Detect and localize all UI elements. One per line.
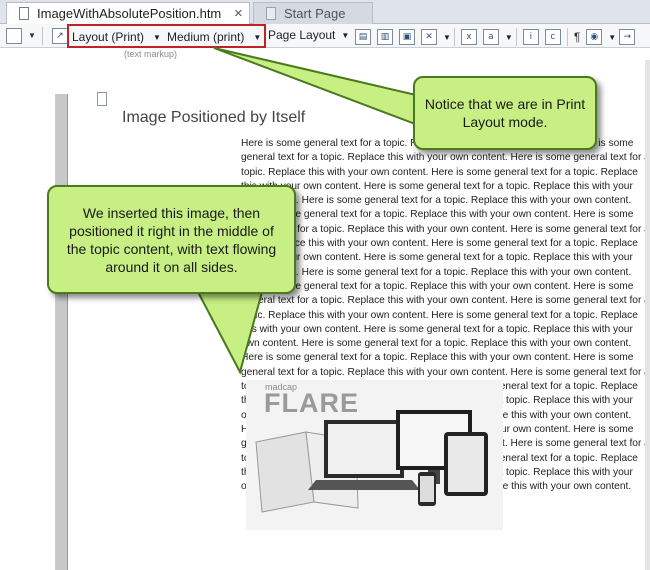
tab-label: ImageWithAbsolutePosition.htm — [37, 6, 222, 21]
structure-marker-icon[interactable] — [97, 92, 107, 106]
vertical-scrollbar[interactable] — [645, 60, 650, 570]
show-marks-button[interactable]: ¶ — [571, 27, 583, 47]
chevron-down-icon: ▼ — [28, 31, 36, 40]
toolbar-separator — [566, 28, 568, 46]
text-wrap-spacer — [123, 351, 241, 517]
toolbar-separator — [515, 28, 517, 46]
document-icon — [266, 7, 276, 20]
size-dropdown[interactable]: Medium (print) ▼ — [167, 30, 261, 44]
image-position-callout: We inserted this image, then positioned … — [47, 185, 296, 294]
page-break-remove-icon[interactable]: ▥ — [377, 29, 393, 45]
condition-tags-icon[interactable]: c — [544, 29, 561, 45]
layout-dropdown-label: Layout (Print) — [72, 30, 145, 44]
page-edge — [67, 94, 68, 570]
editor-toolbar: ▼ ↗ Layout (Print) ▼ Medium (print) ▼ Pa… — [0, 24, 650, 48]
print-layout-callout: Notice that we are in Print Layout mode. — [413, 76, 597, 150]
conditions-icon[interactable]: i — [522, 29, 539, 45]
page-layout-dropdown[interactable]: Page Layout ▼ — [268, 28, 349, 42]
tab-label: Start Page — [284, 6, 346, 21]
pointer-icon: ↗ — [51, 27, 68, 44]
text-markup-label: (text markup) — [124, 49, 178, 59]
size-dropdown-label: Medium (print) — [167, 30, 245, 44]
chevron-down-icon: ▼ — [153, 32, 161, 42]
document-icon — [19, 7, 29, 20]
layout-mode-highlight: Layout (Print) ▼ Medium (print) ▼ — [67, 24, 266, 48]
chevron-down-icon: ▼ — [341, 30, 350, 40]
callout-text: We inserted this image, then positioned … — [66, 204, 277, 275]
chevron-down-icon: ▼ — [253, 32, 262, 42]
chevron-down-icon: ▼ — [608, 32, 617, 42]
navigate-icon[interactable]: → — [619, 29, 636, 45]
eye-icon[interactable]: ◉ — [586, 29, 603, 45]
view-options-button[interactable]: ▼ — [0, 26, 39, 46]
page-icon — [6, 27, 22, 44]
cross-icon[interactable]: ✕ — [421, 29, 437, 45]
close-icon[interactable]: ✕ — [234, 7, 243, 20]
toolbar-icon-group: ▤ ▥ ▣ ✕ ▼ x a ▼ i c ¶ ◉ ▼ → — [352, 27, 638, 47]
image-icon[interactable]: ▣ — [399, 29, 415, 45]
tab-start-page[interactable]: Start Page — [253, 2, 373, 24]
layout-dropdown[interactable]: Layout (Print) ▼ — [72, 30, 161, 44]
topic-title[interactable]: Image Positioned by Itself — [122, 109, 305, 127]
callout-text: Notice that we are in Print Layout mode. — [424, 96, 586, 130]
page-margin — [55, 94, 67, 570]
page-layout-label: Page Layout — [268, 28, 336, 42]
flare-logo: FLARE — [264, 388, 359, 418]
toolbar-separator — [453, 28, 455, 46]
chevron-down-icon: ▼ — [443, 32, 451, 42]
chevron-down-icon: ▼ — [504, 32, 513, 42]
page-break-icon[interactable]: ▤ — [355, 29, 371, 45]
tab-imagewithabsoluteposition[interactable]: ImageWithAbsolutePosition.htm ✕ — [6, 2, 250, 24]
tab-bar: ImageWithAbsolutePosition.htm ✕ Start Pa… — [0, 0, 650, 24]
variable-icon[interactable]: x — [460, 29, 477, 45]
toolbar-separator — [41, 26, 43, 45]
text-icon[interactable]: a — [482, 29, 499, 45]
